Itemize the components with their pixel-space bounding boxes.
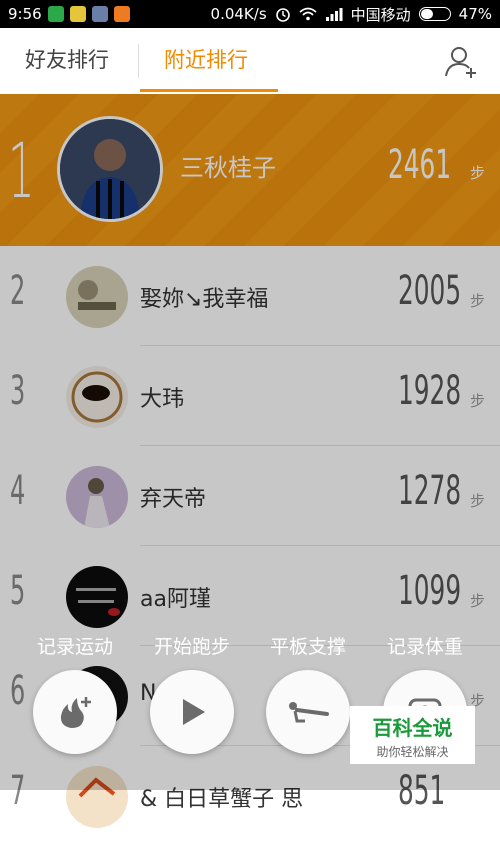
record-weight-label: 记录体重 <box>386 636 463 658</box>
start-running-label: 开始跑步 <box>153 636 230 658</box>
alarm-icon <box>275 8 290 22</box>
sport-notification-icon <box>113 6 130 22</box>
record-exercise-button[interactable] <box>33 670 117 754</box>
chat-notification-icon <box>69 6 86 22</box>
tab-friends-ranking[interactable]: 好友排行 <box>25 28 109 94</box>
photo-notification-icon <box>91 6 108 22</box>
network-speed: 0.04K/s <box>210 5 267 23</box>
ranking-tabs: 好友排行 附近排行 <box>0 28 500 94</box>
plank-icon <box>289 702 329 723</box>
signal-icon <box>325 8 343 21</box>
tab-nearby-ranking[interactable]: 附近排行 <box>164 28 248 94</box>
flame-plus-icon <box>60 697 91 728</box>
watermark-title: 百科全说 <box>372 716 453 740</box>
start-running-button[interactable] <box>150 670 234 754</box>
wifi-icon <box>299 7 317 21</box>
watermark-subtitle: 助你轻松解决 <box>376 745 449 759</box>
carrier-name: 中国移动 <box>350 5 411 24</box>
app-notification-icon <box>47 6 64 22</box>
tab-divider <box>138 44 139 78</box>
record-exercise-label: 记录运动 <box>36 636 113 658</box>
battery-icon <box>418 7 451 21</box>
plank-label: 平板支撑 <box>269 636 346 658</box>
plank-button[interactable] <box>266 670 350 754</box>
active-tab-indicator <box>140 89 278 92</box>
battery-percent: 47% <box>458 5 492 23</box>
clock: 9:56 <box>8 5 42 23</box>
play-icon <box>183 699 205 725</box>
watermark-logo: 百科全说 助你轻松解决 <box>350 706 475 764</box>
add-friend-icon[interactable] <box>444 44 480 80</box>
status-bar: 9:56 0.04K/s 中国移动 47% <box>0 0 500 28</box>
